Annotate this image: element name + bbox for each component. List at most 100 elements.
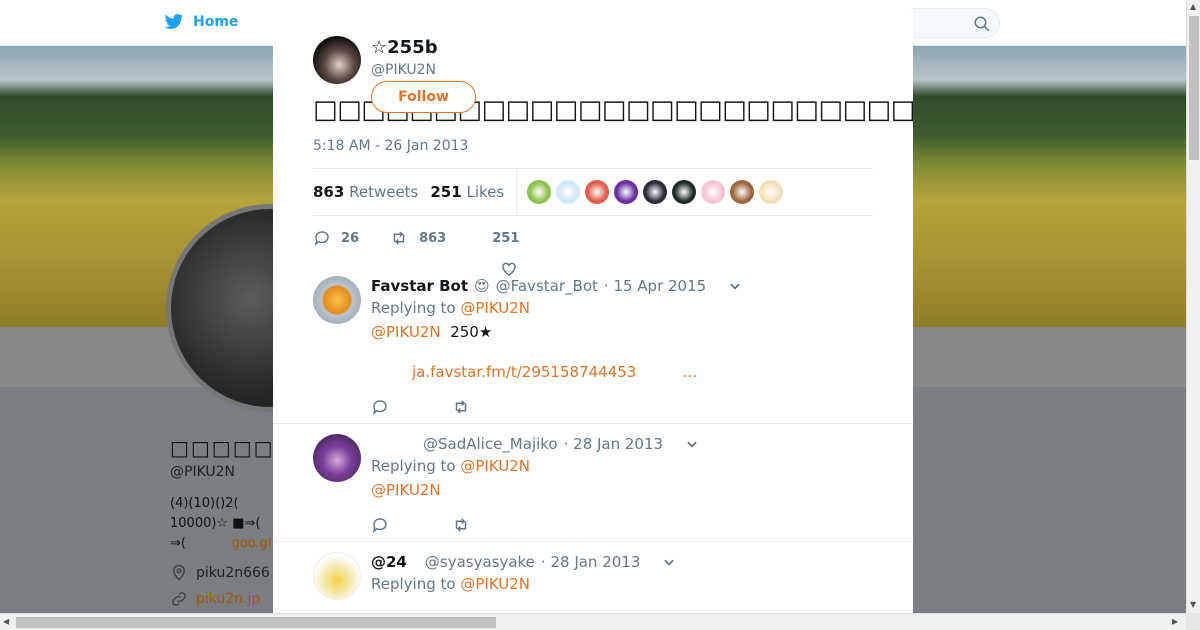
scroll-left-arrow-icon[interactable]: ◀ (3, 617, 9, 626)
search-icon (974, 16, 990, 32)
reply-avatar[interactable] (313, 552, 361, 600)
stats-divider (516, 168, 518, 216)
liker-avatar[interactable] (585, 180, 610, 204)
reply-avatar[interactable] (313, 276, 361, 324)
reply-tweet[interactable]: @SadAlice_Majiko · 28 Jan 2013 Replying … (273, 424, 913, 542)
retweets-stat[interactable]: 863 Retweets (313, 183, 418, 201)
replying-to-link[interactable]: @PIKU2N (460, 457, 530, 475)
close-icon (1156, 14, 1176, 34)
replying-to-line: Replying to @PIKU2N (371, 296, 873, 320)
reply-icon (314, 231, 329, 246)
reply-actions (371, 516, 873, 544)
vertical-scroll-thumb[interactable] (1189, 16, 1199, 160)
liker-avatar[interactable] (643, 180, 668, 204)
mention-link[interactable]: @PIKU2N (371, 323, 441, 341)
nav-home-link[interactable]: Home (163, 12, 238, 32)
scroll-right-arrow-icon[interactable]: ▶ (1172, 617, 1178, 626)
reply-icon[interactable] (371, 516, 389, 534)
reply-author-emoji: 😍 (474, 277, 490, 295)
replying-to-prefix: Replying to (371, 575, 456, 593)
liker-avatar[interactable] (556, 180, 581, 204)
liker-avatar[interactable] (701, 180, 726, 204)
link-ellipsis: … (682, 363, 698, 381)
replying-to-line: Replying to @PIKU2N (371, 572, 873, 596)
twitter-bird-icon (164, 14, 184, 29)
tweet-author-handle[interactable]: @PIKU2N (371, 60, 873, 80)
liker-avatar[interactable] (759, 180, 784, 204)
reply-body: @PIKU2N (371, 478, 873, 502)
reply-date[interactable]: · 28 Jan 2013 (541, 552, 640, 572)
vertical-scrollbar[interactable]: ▲ ▼ (1186, 0, 1200, 613)
reply-body: @PIKU2N 250★ (371, 320, 873, 344)
reply-tweet[interactable]: @24 @syasyasyake · 28 Jan 2013 Replying … (273, 542, 913, 613)
bio-line-3: ⇒( (170, 536, 186, 551)
tweet-timestamp[interactable]: 5:18 AM - 26 Jan 2013 (313, 138, 873, 154)
like-count: 251 (492, 230, 520, 246)
nav-home-label: Home (193, 14, 239, 30)
search-input[interactable] (900, 8, 1000, 38)
reply-avatar[interactable] (313, 434, 361, 482)
likes-stat[interactable]: 251 Likes (430, 183, 504, 201)
chevron-down-icon[interactable] (728, 279, 742, 293)
reply-action[interactable]: 26 (313, 229, 359, 247)
retweets-count: 863 (313, 183, 345, 201)
like-action[interactable]: 251 (492, 231, 519, 246)
tweet-author: ☆255b @PIKU2N (371, 36, 873, 80)
location-pin-icon (172, 564, 186, 581)
retweet-icon[interactable] (451, 398, 471, 416)
retweet-count: 863 (419, 230, 447, 246)
chevron-down-icon[interactable] (662, 555, 676, 569)
reply-header: Favstar Bot 😍 @Favstar_Bot · 15 Apr 2015 (371, 276, 873, 296)
profile-location: piku2n666 (196, 565, 270, 581)
replying-to-prefix: Replying to (371, 299, 456, 317)
reply-text: 250★ (450, 323, 493, 341)
liker-avatar[interactable] (527, 180, 552, 204)
horizontal-scrollbar[interactable]: ◀ ▶ (0, 613, 1186, 630)
tweet-author-name[interactable]: ☆255b (371, 36, 873, 60)
scrollbar-corner (1186, 613, 1200, 630)
tweet-detail: ☆255b @PIKU2N Follow □□□□□□□□□□□□□□□□□□□… (273, 6, 913, 248)
reply-author-handle[interactable]: @SadAlice_Majiko (423, 434, 558, 454)
replying-to-line: Replying to @PIKU2N (371, 454, 873, 478)
reply-date[interactable]: · 15 Apr 2015 (604, 276, 706, 296)
close-modal-button[interactable] (1154, 12, 1178, 36)
reply-actions (371, 398, 873, 426)
retweet-icon[interactable] (451, 516, 471, 534)
retweet-icon (393, 231, 405, 245)
profile-website-link[interactable]: piku2n.jp (196, 591, 260, 607)
reply-count: 26 (341, 230, 360, 246)
retweet-action[interactable]: 863 (389, 229, 446, 247)
tweet-stats: 863 Retweets 251 Likes (313, 168, 873, 216)
liker-avatar[interactable] (672, 180, 697, 204)
tweet-permalink-modal: ☆255b @PIKU2N Follow □□□□□□□□□□□□□□□□□□□… (273, 6, 913, 613)
retweets-label: Retweets (349, 183, 419, 201)
tweet-author-avatar[interactable] (313, 36, 361, 84)
tweet-actions: 26 863 251 (313, 228, 873, 248)
replying-to-link[interactable]: @PIKU2N (460, 575, 530, 593)
reply-author-name[interactable]: Favstar Bot (371, 276, 468, 296)
reply-author-name[interactable]: @24 (371, 552, 407, 572)
reply-icon[interactable] (371, 398, 389, 416)
liker-avatar[interactable] (614, 180, 639, 204)
replying-to-link[interactable]: @PIKU2N (460, 299, 530, 317)
reply-tweet[interactable]: Favstar Bot 😍 @Favstar_Bot · 15 Apr 2015… (273, 266, 913, 424)
bio-link[interactable]: goo.gl (231, 536, 271, 551)
scroll-up-arrow-icon[interactable]: ▲ (1190, 2, 1196, 11)
likes-label: Likes (466, 183, 505, 201)
reply-author-handle[interactable]: @Favstar_Bot (496, 276, 598, 296)
reply-header: @24 @syasyasyake · 28 Jan 2013 (371, 552, 873, 572)
replying-to-prefix: Replying to (371, 457, 456, 475)
chevron-down-icon[interactable] (685, 437, 699, 451)
likes-count: 251 (430, 183, 462, 201)
horizontal-scroll-thumb[interactable] (16, 617, 496, 628)
reply-link-line: ja.favstar.fm/t/295158744453 … (371, 360, 873, 384)
favstar-link[interactable]: ja.favstar.fm/t/295158744453 (412, 363, 636, 381)
reply-author-handle[interactable]: @syasyasyake (425, 552, 535, 572)
follow-button[interactable]: Follow (371, 81, 476, 113)
mention-link[interactable]: @PIKU2N (371, 481, 441, 499)
reply-date[interactable]: · 28 Jan 2013 (564, 434, 663, 454)
scroll-down-arrow-icon[interactable]: ▼ (1190, 600, 1196, 609)
reply-header: @SadAlice_Majiko · 28 Jan 2013 (371, 434, 873, 454)
liker-avatar[interactable] (730, 180, 755, 204)
link-icon (172, 592, 186, 606)
